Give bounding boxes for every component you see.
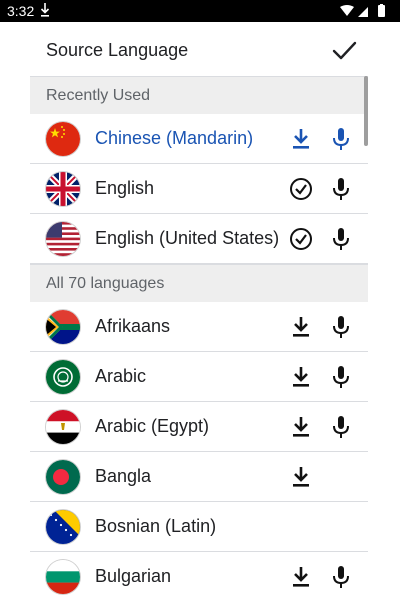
microphone-icon[interactable] bbox=[328, 414, 354, 440]
language-row-arabic-egypt[interactable]: Arabic (Egypt) bbox=[30, 402, 368, 452]
scrollbar[interactable] bbox=[364, 76, 368, 146]
microphone-icon[interactable] bbox=[328, 364, 354, 390]
status-download-icon bbox=[40, 3, 50, 17]
download-icon[interactable] bbox=[288, 126, 314, 152]
microphone-icon[interactable] bbox=[328, 564, 354, 590]
flag-bosnia-icon bbox=[46, 510, 80, 544]
flag-south-africa-icon bbox=[46, 310, 80, 344]
language-label: Afrikaans bbox=[95, 316, 171, 336]
language-label: Bulgarian bbox=[95, 566, 172, 586]
microphone-icon[interactable] bbox=[328, 314, 354, 340]
language-row-chinese-mandarin[interactable]: Chinese (Mandarin) bbox=[30, 114, 368, 164]
downloaded-check-icon[interactable] bbox=[288, 226, 314, 252]
language-row-afrikaans[interactable]: Afrikaans bbox=[30, 302, 368, 352]
check-icon[interactable] bbox=[330, 36, 358, 64]
downloaded-check-icon[interactable] bbox=[288, 176, 314, 202]
download-icon[interactable] bbox=[288, 364, 314, 390]
language-label: English bbox=[95, 178, 155, 198]
flag-usa-icon bbox=[46, 222, 80, 256]
flag-arab-league-icon bbox=[46, 360, 80, 394]
language-row-arabic[interactable]: Arabic bbox=[30, 352, 368, 402]
language-row-bangla[interactable]: Bangla bbox=[30, 452, 368, 502]
status-indicators-icon bbox=[340, 4, 385, 17]
language-row-bosnian-latin[interactable]: Bosnian (Latin) bbox=[30, 502, 368, 552]
language-label: Bangla bbox=[95, 466, 152, 486]
download-icon[interactable] bbox=[288, 314, 314, 340]
download-icon[interactable] bbox=[288, 464, 314, 490]
page-title: Source Language bbox=[46, 40, 189, 60]
language-label: Bosnian (Latin) bbox=[95, 516, 217, 536]
status-bar: 3:32 bbox=[0, 0, 400, 22]
language-row-bulgarian[interactable]: Bulgarian bbox=[30, 552, 368, 600]
flag-bangladesh-icon bbox=[46, 460, 80, 494]
language-row-english[interactable]: English bbox=[30, 164, 368, 214]
microphone-icon[interactable] bbox=[328, 176, 354, 202]
language-label: Chinese (Mandarin) bbox=[95, 128, 254, 148]
download-icon[interactable] bbox=[288, 414, 314, 440]
language-label: Arabic bbox=[95, 366, 147, 386]
app-bar: Source Language bbox=[0, 22, 400, 76]
section-label: Recently Used bbox=[46, 87, 151, 104]
language-row-english-united-states[interactable]: English (United States) bbox=[30, 214, 368, 264]
section-label: All 70 languages bbox=[46, 275, 165, 292]
flag-bulgaria-icon bbox=[46, 560, 80, 594]
download-icon[interactable] bbox=[288, 564, 314, 590]
microphone-icon[interactable] bbox=[328, 126, 354, 152]
section-header-all: All 70 languages bbox=[30, 264, 368, 302]
status-time: 3:32 bbox=[7, 3, 35, 19]
flag-uk-icon bbox=[46, 172, 80, 206]
language-label: Arabic (Egypt) bbox=[95, 416, 210, 436]
language-label: English (United States) bbox=[95, 228, 280, 248]
flag-china-icon bbox=[46, 122, 80, 156]
section-header-recent: Recently Used bbox=[30, 76, 368, 114]
flag-egypt-icon bbox=[46, 410, 80, 444]
microphone-icon[interactable] bbox=[328, 226, 354, 252]
